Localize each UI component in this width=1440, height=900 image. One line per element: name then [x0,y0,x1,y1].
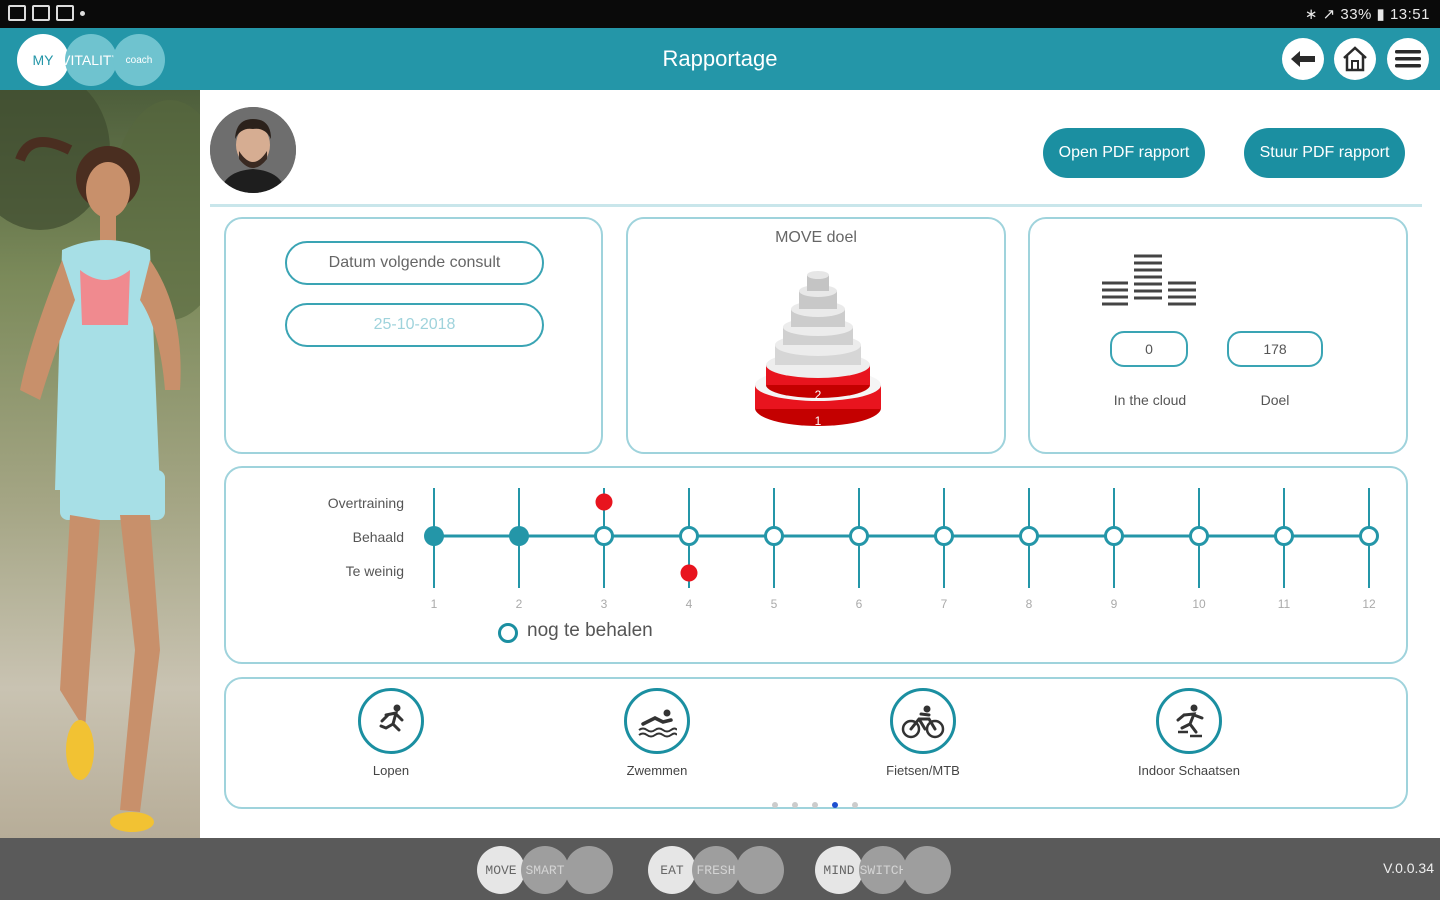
notification-icon [8,5,26,21]
in-cloud-label: In the cloud [1113,392,1187,408]
activity-label: Indoor Schaatsen [1138,763,1240,778]
user-avatar[interactable] [210,107,296,193]
week-tick-label: 11 [1278,597,1291,611]
legend-text: nog te behalen [527,620,653,641]
swimming-icon [624,688,690,754]
goal-label: Doel [1260,392,1290,408]
overtraining-marker [595,493,613,511]
achieved-marker [424,526,444,546]
row-label-overtraining: Overtraining [327,495,404,511]
cycling-icon [890,688,956,754]
more-dot-icon [80,11,85,16]
goal-value: 178 [1227,331,1323,367]
open-marker [594,526,614,546]
page-indicator[interactable] [772,802,858,808]
nav-fresh[interactable]: FRESH [692,846,740,894]
running-icon [358,688,424,754]
page-dot[interactable] [772,802,778,808]
open-marker [679,526,699,546]
nav-mind[interactable]: MIND [815,846,863,894]
activity-label: Lopen [372,763,410,778]
nav-move-extra[interactable] [565,846,613,894]
activity-lopen[interactable]: Lopen [331,688,451,780]
nav-group-move-smart[interactable]: MOVE SMART [477,846,613,894]
move-goal-title: MOVE doel [775,229,857,246]
send-pdf-button[interactable]: Stuur PDF rapport [1244,128,1405,178]
goal-cake-icon: 1 2 [755,271,881,428]
in-cloud-value: 0 [1110,331,1188,367]
nav-mind-extra[interactable] [903,846,951,894]
nav-smart[interactable]: SMART [521,846,569,894]
home-icon [1343,46,1367,72]
nav-group-mind-switch[interactable]: MIND SWITCH [815,846,951,894]
week-tick-label: 7 [941,597,948,611]
open-pdf-button[interactable]: Open PDF rapport [1043,128,1205,178]
status-bar: ∗ ↗ 33% ▮ 13:51 [0,0,1440,28]
activity-label: Fietsen/MTB [886,763,960,778]
week-tick-label: 10 [1192,597,1206,611]
week-tick-label: 5 [771,597,778,611]
open-marker [1019,526,1039,546]
open-marker [1274,526,1294,546]
week-tick-label: 4 [686,597,693,611]
home-button[interactable] [1334,38,1376,80]
page-title: Rapportage [662,46,778,71]
open-marker [849,526,869,546]
nav-move[interactable]: MOVE [477,846,525,894]
notification-icons [8,5,85,21]
nav-eat[interactable]: EAT [648,846,696,894]
page-dot-active[interactable] [832,802,838,808]
open-goal-legend-icon [498,623,518,643]
divider [210,204,1422,207]
status-info: ∗ ↗ 33% ▮ 13:51 [1304,6,1430,23]
open-marker [1359,526,1379,546]
level-label: 1 [815,414,822,428]
open-marker [1104,526,1124,546]
weekly-timeline-chart: 1 2 3 4 5 6 7 8 9 10 11 12 [424,488,1379,611]
next-consult-label: Datum volgende consult [285,241,544,285]
activity-label: Zwemmen [626,763,688,778]
nav-switch[interactable]: SWITCH [859,846,907,894]
activity-zwemmen[interactable]: Zwemmen [597,688,717,780]
next-consult-date[interactable]: 25-10-2018 [285,303,544,347]
app-version: V.0.0.34 [1383,860,1434,876]
nav-eat-extra[interactable] [736,846,784,894]
week-tick-label: 2 [516,597,523,611]
open-marker [934,526,954,546]
activity-fietsen[interactable]: Fietsen/MTB [863,688,983,780]
image-icon [56,5,74,21]
consult-card: Datum volgende consult 25-10-2018 [224,217,603,454]
page-dot[interactable] [812,802,818,808]
app-bar: MY VITALITY coach Rapportage [0,28,1440,90]
week-tick-label: 3 [601,597,608,611]
open-marker [1189,526,1209,546]
activity-indoor-schaatsen[interactable]: Indoor Schaatsen [1129,688,1249,780]
hamburger-menu-icon [1395,50,1421,68]
too-little-marker [680,564,698,582]
skating-icon [1156,688,1222,754]
week-tick-label: 1 [431,597,438,611]
nav-group-eat-fresh[interactable]: EAT FRESH [648,846,784,894]
row-label-behaald: Behaald [352,529,404,545]
menu-button[interactable] [1387,38,1429,80]
progress-card: Overtraining Behaald Te weinig 123456789… [224,466,1408,664]
row-label-te-weinig: Te weinig [345,563,404,579]
notification-icon [32,5,50,21]
page-dot[interactable] [792,802,798,808]
coins-stack-icon [1102,254,1196,306]
week-tick-label: 6 [856,597,863,611]
cloud-card: 0 178 In the cloud Doel [1028,217,1408,454]
back-button[interactable] [1282,38,1324,80]
week-tick-label: 12 [1362,597,1376,611]
level-label: 2 [815,388,822,402]
week-tick-label: 8 [1026,597,1033,611]
back-arrow-icon [1291,51,1315,67]
move-goal-card: MOVE doel 1 2 [626,217,1006,454]
open-marker [764,526,784,546]
week-tick-label: 9 [1111,597,1118,611]
runner-photo [0,90,200,838]
achieved-marker [509,526,529,546]
bottom-nav-bar: MOVE SMART EAT FRESH MIND SWITCH V.0.0.3… [0,838,1440,900]
page-dot[interactable] [852,802,858,808]
